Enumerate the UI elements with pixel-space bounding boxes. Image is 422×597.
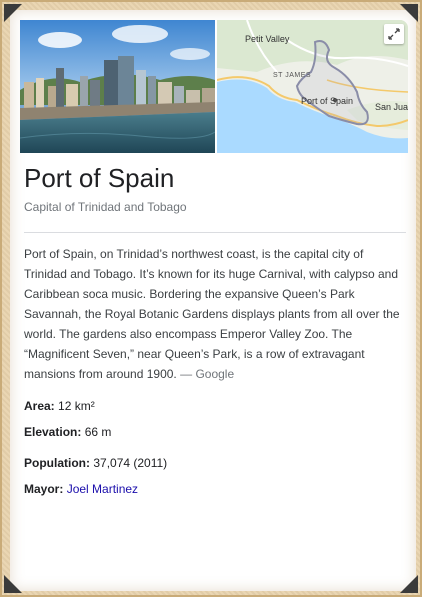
location-map[interactable]: Petit Valley ST JAMES Port of Spain San … [217,20,408,153]
fact-area-label: Area: [24,399,55,413]
fact-elevation: Elevation: 66 m [24,425,111,439]
map-label-st-james: ST JAMES [273,72,312,79]
fact-area-value: 12 km² [58,399,95,413]
mayor-link[interactable]: Joel Martinez [67,482,138,496]
fact-mayor-label: Mayor: [24,482,64,496]
fact-population: Population: 37,074 (2011) [24,456,167,470]
place-description: Port of Spain, on Trinidad’s northwest c… [24,244,402,384]
map-label-san-juan: San Jua [375,102,408,112]
map-label-petit-valley: Petit Valley [245,34,290,44]
fact-elevation-value: 66 m [84,425,112,439]
fact-population-label: Population: [24,456,90,470]
description-source[interactable]: — Google [180,367,234,381]
expand-icon [388,28,400,40]
fact-elevation-label: Elevation: [24,425,82,439]
expand-map-button[interactable] [384,24,404,44]
place-subtitle: Capital of Trinidad and Tobago [24,200,187,214]
page-title: Port of Spain [24,163,175,193]
fact-area: Area: 12 km² [24,399,95,413]
image-strip: Petit Valley ST JAMES Port of Spain San … [20,20,408,153]
city-photo[interactable] [20,20,215,153]
city-skyline-image [20,20,215,153]
knowledge-panel: Petit Valley ST JAMES Port of Spain San … [10,10,416,591]
page-frame: Petit Valley ST JAMES Port of Spain San … [0,0,422,597]
map-label-port-of-spain: Port of Spain [301,96,354,106]
divider [24,232,406,233]
description-text: Port of Spain, on Trinidad’s northwest c… [24,247,400,381]
fact-population-value: 37,074 (2011) [93,456,168,470]
fact-mayor: Mayor: Joel Martinez [24,482,138,496]
